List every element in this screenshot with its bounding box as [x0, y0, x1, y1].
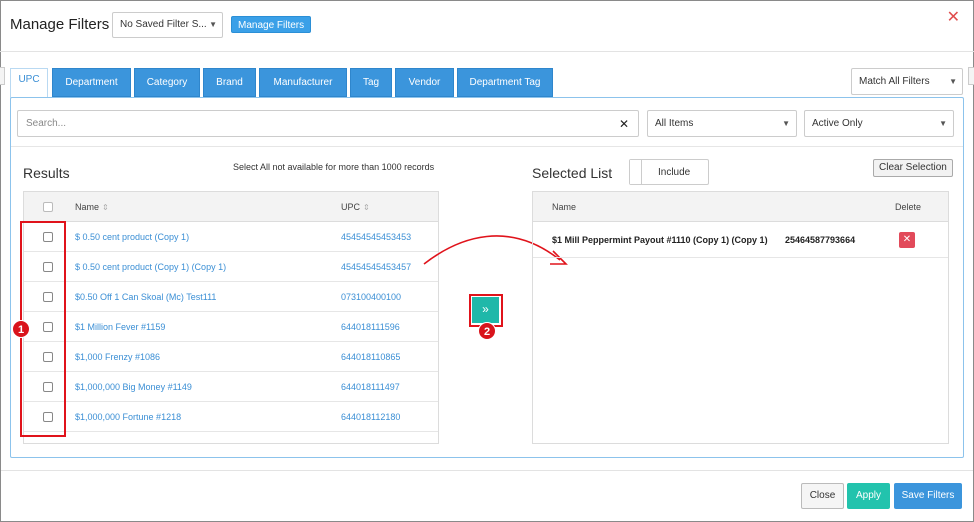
- toggle-knob: [630, 160, 642, 184]
- column-upc-header[interactable]: UPC ⇕: [341, 202, 370, 212]
- results-note: Select All not available for more than 1…: [233, 162, 435, 172]
- sort-icon: ⇕: [102, 203, 109, 212]
- table-row: $1,000 Frenzy #1086 644018110865: [24, 342, 438, 372]
- clear-search-icon[interactable]: ✕: [619, 111, 629, 137]
- match-filters-select[interactable]: Match All Filters ▼: [851, 68, 963, 95]
- tab-brand[interactable]: Brand: [203, 68, 256, 97]
- table-row: $1,000,000 Fortune #1218 644018112180: [24, 402, 438, 432]
- saved-filter-value: No Saved Filter S...: [120, 19, 207, 30]
- tab-department-tag[interactable]: Department Tag: [457, 68, 553, 97]
- column-name-header: Name: [552, 202, 577, 212]
- product-upc-link[interactable]: 644018112180: [341, 412, 400, 422]
- caret-down-icon: ▼: [949, 77, 957, 86]
- product-name-link[interactable]: $1,000 Frenzy #1086: [75, 352, 160, 362]
- items-filter-select[interactable]: All Items ▼: [647, 110, 797, 137]
- close-button[interactable]: Close: [801, 483, 844, 509]
- status-filter-select[interactable]: Active Only ▼: [804, 110, 954, 137]
- table-row: $1,000,000 Big Money #1149 644018111497: [24, 372, 438, 402]
- table-row: $1 Million Fever #1159 644018111596: [24, 312, 438, 342]
- scroll-right-handle[interactable]: [968, 67, 974, 85]
- apply-button[interactable]: Apply: [847, 483, 890, 509]
- modal-header: Manage Filters No Saved Filter S... ▼ Ma…: [0, 0, 974, 52]
- annotation-badge-1: 1: [12, 320, 30, 338]
- product-upc-link[interactable]: 644018111596: [341, 322, 400, 332]
- search-input[interactable]: Search... ✕: [17, 110, 639, 137]
- table-row: $ 0.50 cent product (Copy 1) (Copy 1) 45…: [24, 252, 438, 282]
- product-name-link[interactable]: $ 0.50 cent product (Copy 1) (Copy 1): [75, 262, 226, 272]
- column-name-header[interactable]: Name ⇕: [75, 202, 109, 212]
- tab-department[interactable]: Department: [52, 68, 131, 97]
- caret-down-icon: ▼: [782, 119, 790, 128]
- product-name-link[interactable]: $1,000,000 Big Money #1149: [75, 382, 192, 392]
- select-all-checkbox[interactable]: [43, 202, 53, 212]
- save-filters-button[interactable]: Save Filters: [894, 483, 962, 509]
- tab-category[interactable]: Category: [134, 68, 200, 97]
- table-row: $1 Mill Peppermint Payout #1110 (Copy 1)…: [533, 222, 948, 258]
- tab-vendor[interactable]: Vendor: [395, 68, 454, 97]
- results-heading: Results: [23, 165, 70, 181]
- results-table: Name ⇕ UPC ⇕ $ 0.50 cent product (Copy 1) …: [23, 191, 439, 444]
- product-upc-link[interactable]: 073100400100: [341, 292, 401, 302]
- selected-item-name: $1 Mill Peppermint Payout #1110 (Copy 1)…: [552, 235, 768, 245]
- tab-manufacturer[interactable]: Manufacturer: [259, 68, 347, 97]
- product-upc-link[interactable]: 45454545453453: [341, 232, 411, 242]
- table-row: $ 0.50 cent product (Copy 1) 45454545453…: [24, 222, 438, 252]
- close-icon[interactable]: ✕: [947, 10, 960, 26]
- product-name-link[interactable]: $1 Million Fever #1159: [75, 322, 165, 332]
- product-name-link[interactable]: $ 0.50 cent product (Copy 1): [75, 232, 189, 242]
- sort-icon: ⇕: [363, 203, 370, 212]
- match-filters-value: Match All Filters: [859, 76, 930, 87]
- product-name-link[interactable]: $1,000,000 Fortune #1218: [75, 412, 181, 422]
- selected-table: Name Delete $1 Mill Peppermint Payout #1…: [532, 191, 949, 444]
- search-placeholder: Search...: [26, 118, 67, 129]
- tab-tag[interactable]: Tag: [350, 68, 392, 97]
- items-filter-value: All Items: [655, 118, 694, 129]
- caret-down-icon: ▼: [209, 20, 217, 29]
- selected-list-heading: Selected List: [532, 165, 613, 181]
- table-row: $0.50 Off 1 Can Skoal (Mc) Test111 07310…: [24, 282, 438, 312]
- selected-item-upc: 25464587793664: [785, 235, 856, 245]
- product-upc-link[interactable]: 45454545453457: [341, 262, 411, 272]
- modal-title: Manage Filters: [10, 16, 110, 33]
- column-delete-header: Delete: [894, 202, 921, 212]
- annotation-badge-2: 2: [478, 322, 496, 340]
- status-filter-value: Active Only: [812, 118, 863, 129]
- selected-table-header: Name Delete: [533, 192, 948, 222]
- results-table-header: Name ⇕ UPC ⇕: [24, 192, 438, 222]
- tab-upc[interactable]: UPC: [10, 68, 48, 98]
- caret-down-icon: ▼: [939, 119, 947, 128]
- include-toggle[interactable]: Include: [629, 159, 709, 185]
- scroll-left-handle[interactable]: [0, 67, 5, 85]
- manage-filters-button[interactable]: Manage Filters: [231, 16, 312, 33]
- clear-selection-button[interactable]: Clear Selection: [873, 159, 953, 177]
- product-upc-link[interactable]: 644018110865: [341, 352, 400, 362]
- divider: [11, 146, 963, 147]
- product-name-link[interactable]: $0.50 Off 1 Can Skoal (Mc) Test111: [75, 292, 216, 302]
- delete-icon[interactable]: ✕: [899, 232, 915, 248]
- saved-filter-select[interactable]: No Saved Filter S... ▼: [112, 12, 223, 38]
- include-label: Include: [658, 167, 691, 178]
- footer-divider: [1, 470, 973, 471]
- product-upc-link[interactable]: 644018111497: [341, 382, 400, 392]
